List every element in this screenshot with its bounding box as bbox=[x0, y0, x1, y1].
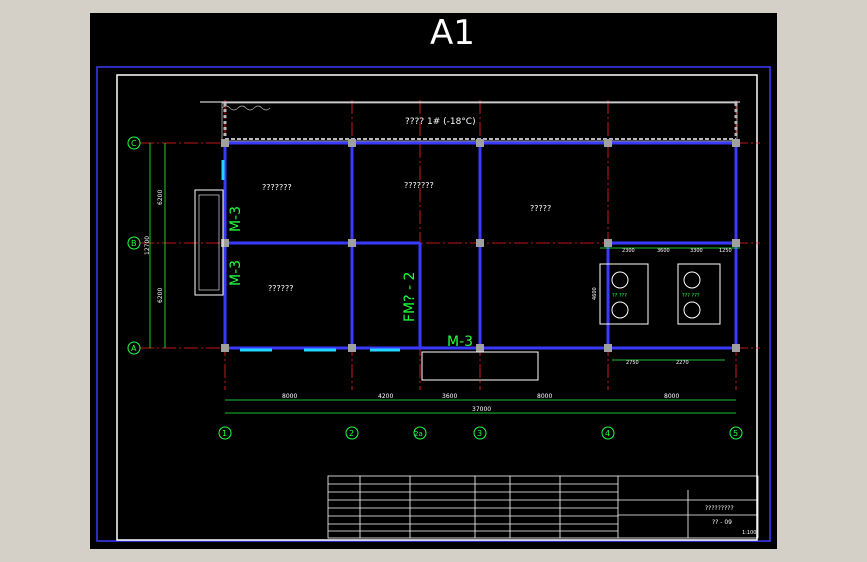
axis-bubble-b: B bbox=[127, 236, 141, 250]
dim-equip-side: 4600 bbox=[592, 287, 598, 300]
svg-text:C: C bbox=[131, 139, 137, 148]
equipment-label-2: ??? ??? bbox=[682, 293, 700, 299]
room-label-3: ????? bbox=[530, 204, 551, 213]
svg-text:2a: 2a bbox=[414, 430, 423, 438]
dim-equip-top-1: 2300 bbox=[622, 248, 635, 254]
dim-equip-top-2: 3600 bbox=[657, 248, 670, 254]
dim-equip-top-4: 1250 bbox=[719, 248, 732, 254]
title-block-scale: 1:100 bbox=[742, 530, 756, 536]
dim-equip-bottom-1: 2750 bbox=[626, 360, 639, 366]
svg-text:4: 4 bbox=[605, 429, 610, 438]
title-block bbox=[327, 475, 759, 539]
axis-bubble-2a: 2a bbox=[413, 426, 427, 440]
equipment-label-1: ?? ??? bbox=[612, 293, 627, 299]
room-label-1: ??????? bbox=[262, 183, 292, 192]
title-block-project: ????????? bbox=[705, 505, 734, 512]
room-label-4: ?????? bbox=[268, 284, 293, 293]
room-label-2: ??????? bbox=[404, 181, 434, 190]
axis-bubble-c: C bbox=[127, 136, 141, 150]
dim-span-1: 8000 bbox=[282, 393, 297, 400]
inner-frame bbox=[116, 74, 758, 541]
axis-bubble-2: 2 bbox=[345, 426, 359, 440]
floor-plan-drawing: ???? 1# (-18°C) ??????? ??????? ????? ??… bbox=[96, 66, 771, 542]
dim-equip-bottom-2: 2270 bbox=[676, 360, 689, 366]
axis-bubble-4: 4 bbox=[601, 426, 615, 440]
svg-text:3: 3 bbox=[477, 429, 482, 438]
svg-text:5: 5 bbox=[733, 429, 738, 438]
svg-text:1: 1 bbox=[222, 429, 227, 438]
freezer-label: ???? 1# (-18°C) bbox=[405, 117, 476, 127]
dim-equip-top-3: 3300 bbox=[690, 248, 703, 254]
door-label-m3-lower: M-3 bbox=[228, 260, 244, 286]
axis-bubble-5: 5 bbox=[729, 426, 743, 440]
windows bbox=[221, 160, 400, 352]
svg-text:B: B bbox=[131, 239, 137, 248]
svg-text:A: A bbox=[131, 344, 137, 353]
door-label-m3-bottom: M-3 bbox=[447, 334, 473, 350]
dim-span-5: 8000 bbox=[664, 393, 679, 400]
title-block-drawing-no: ?? - 09 bbox=[712, 519, 732, 526]
door-label-fm2: FM? - 2 bbox=[402, 272, 418, 322]
dim-span-2: 4200 bbox=[378, 393, 393, 400]
dim-vertical-1: 6200 bbox=[157, 190, 164, 205]
dim-total: 37000 bbox=[472, 406, 491, 413]
dim-vertical-total: 12700 bbox=[144, 236, 151, 255]
dim-vertical-2: 6200 bbox=[157, 288, 164, 303]
dim-span-4: 8000 bbox=[537, 393, 552, 400]
axis-bubble-3: 3 bbox=[473, 426, 487, 440]
dim-span-3: 3600 bbox=[442, 393, 457, 400]
svg-text:2: 2 bbox=[349, 429, 354, 438]
axis-bubble-1: 1 bbox=[218, 426, 232, 440]
axis-bubble-a: A bbox=[127, 341, 141, 355]
door-label-m3-upper: M-3 bbox=[228, 206, 244, 232]
